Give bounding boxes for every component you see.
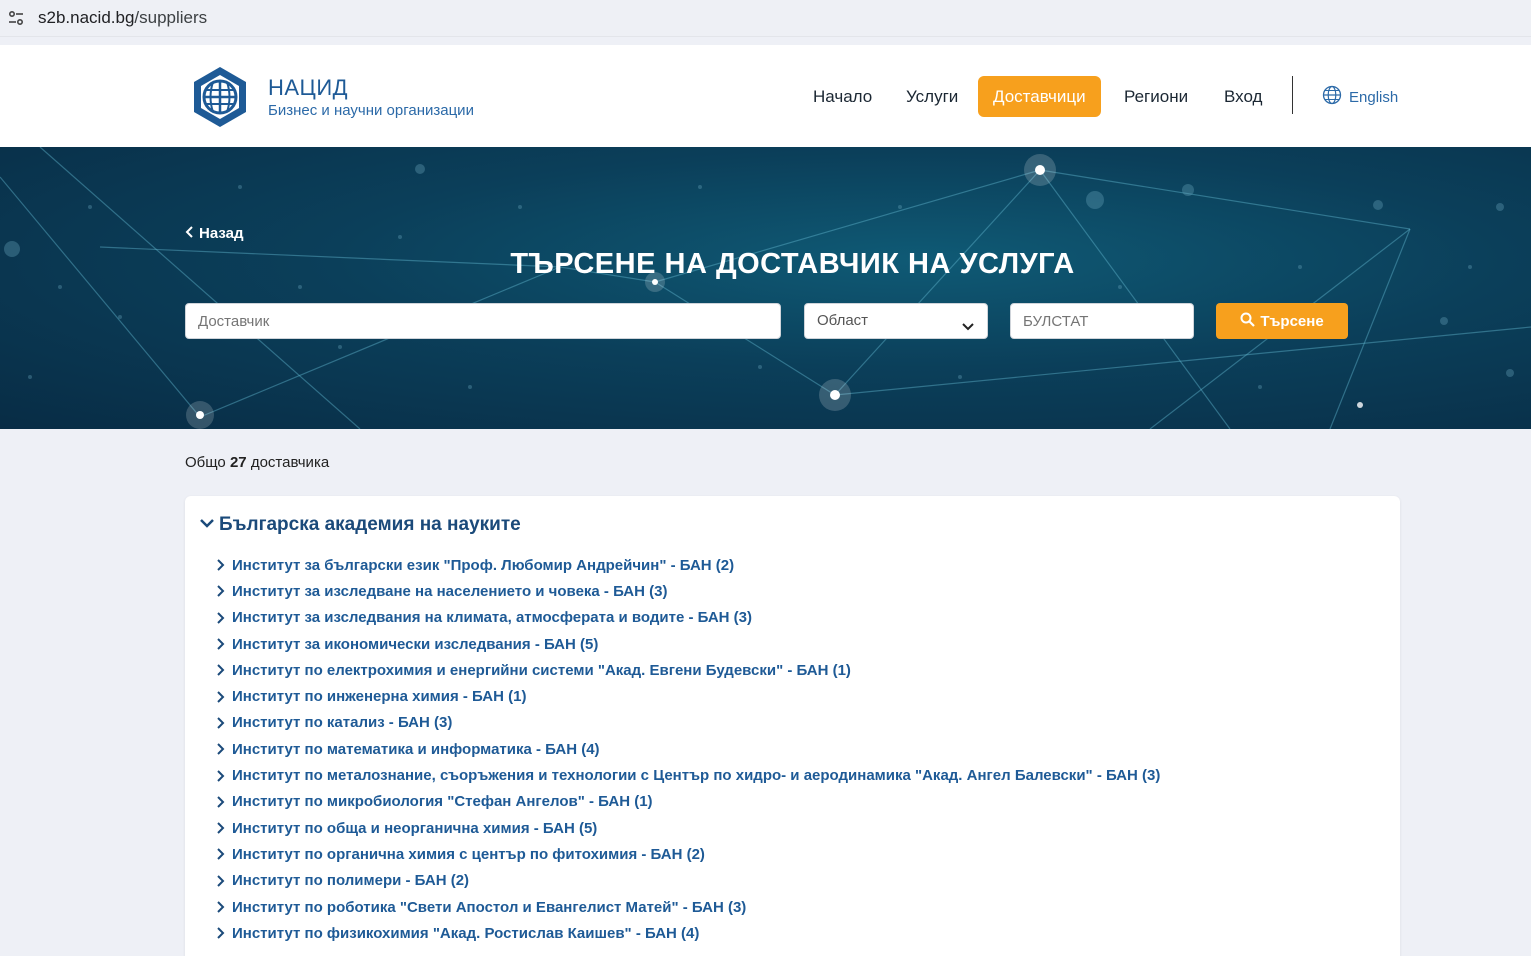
list-item[interactable]: Институт за изследване на населението и … xyxy=(216,578,1160,604)
nav-login[interactable]: Вход xyxy=(1209,76,1277,117)
results-card: Българска академия на науките Институт з… xyxy=(185,496,1400,956)
brand-subtitle: Бизнес и научни организации xyxy=(268,102,474,119)
bulstat-input[interactable] xyxy=(1010,303,1194,339)
group-title: Българска академия на науките xyxy=(219,514,521,535)
list-item-label: Институт по инженерна химия - БАН (1) xyxy=(232,688,527,706)
chevron-right-icon xyxy=(217,690,225,703)
chevron-right-icon xyxy=(217,717,225,729)
list-item-label: Институт по микробиология "Стефан Ангело… xyxy=(232,793,653,811)
chevron-right-icon xyxy=(217,612,225,624)
site-settings-icon[interactable] xyxy=(6,8,26,28)
search-button[interactable]: Търсене xyxy=(1216,303,1348,339)
nacid-logo-icon[interactable] xyxy=(188,65,252,129)
back-label: Назад xyxy=(199,225,244,242)
region-select-value: Област xyxy=(817,312,869,329)
nav-services[interactable]: Услуги xyxy=(891,76,973,117)
supplier-list: Институт за български език "Проф. Любоми… xyxy=(216,552,1160,946)
results-total: Общо 27 доставчика xyxy=(185,454,330,471)
back-link[interactable]: Назад xyxy=(185,225,243,242)
list-item[interactable]: Институт по математика и информатика - Б… xyxy=(216,736,1160,762)
chevron-right-icon xyxy=(217,927,225,940)
list-item[interactable]: Институт по електрохимия и енергийни сис… xyxy=(216,657,1160,683)
list-item-label: Институт по роботика "Свети Апостол и Ев… xyxy=(232,898,747,916)
chevron-right-icon xyxy=(217,796,225,808)
list-item[interactable]: Институт по обща и неорганична химия - Б… xyxy=(216,815,1160,841)
page-title: ТЪРСЕНЕ НА ДОСТАВЧИК НА УСЛУГА xyxy=(510,248,1075,280)
chevron-right-icon xyxy=(217,901,225,913)
list-item-label: Институт по органична химия с център по … xyxy=(232,845,705,863)
chevron-right-icon xyxy=(217,848,225,861)
list-item[interactable]: Институт за изследвания на климата, атмо… xyxy=(216,605,1160,631)
list-item-label: Институт за изследване на населението и … xyxy=(232,582,668,600)
nav-divider xyxy=(1292,76,1293,114)
list-item-label: Институт по металознание, съоръжения и т… xyxy=(232,767,1161,785)
chevron-right-icon xyxy=(217,874,225,887)
chevron-down-icon xyxy=(199,514,215,536)
list-item[interactable]: Институт по органична химия с център по … xyxy=(216,841,1160,867)
search-button-label: Търсене xyxy=(1260,312,1324,330)
globe-icon xyxy=(1322,85,1342,109)
chevron-right-icon xyxy=(217,769,225,782)
language-switch[interactable]: English xyxy=(1322,85,1398,109)
list-item-label: Институт за български език "Проф. Любоми… xyxy=(232,556,735,574)
list-item-label: Институт по електрохимия и енергийни сис… xyxy=(232,661,851,679)
chevron-right-icon xyxy=(217,743,225,755)
chevron-down-icon xyxy=(961,313,975,347)
list-item[interactable]: Институт по роботика "Свети Апостол и Ев… xyxy=(216,894,1160,920)
list-item-label: Институт за изследвания на климата, атмо… xyxy=(232,609,752,627)
list-item-label: Институт по обща и неорганична химия - Б… xyxy=(232,819,598,837)
supplier-input[interactable] xyxy=(185,303,781,339)
region-select[interactable]: Област xyxy=(804,303,988,339)
search-icon xyxy=(1240,312,1256,331)
language-label: English xyxy=(1349,88,1399,106)
list-item[interactable]: Институт за икономически изследвания - Б… xyxy=(216,631,1160,657)
group-toggle[interactable]: Българска академия на науките xyxy=(199,514,521,536)
list-item[interactable]: Институт по физикохимия "Акад. Ростислав… xyxy=(216,920,1160,946)
browser-address-bar: s2b.nacid.bg/suppliers xyxy=(0,0,1531,37)
nav-regions[interactable]: Региони xyxy=(1109,76,1203,117)
brand-title[interactable]: НАЦИД xyxy=(268,75,348,101)
results-count: 27 xyxy=(229,454,247,471)
chevron-right-icon xyxy=(217,559,225,571)
chevron-right-icon xyxy=(217,638,225,650)
chevron-right-icon xyxy=(217,664,225,677)
list-item-label: Институт за икономически изследвания - Б… xyxy=(232,635,599,653)
list-item[interactable]: Институт за български език "Проф. Любоми… xyxy=(216,552,1160,578)
list-item-label: Институт по математика и информатика - Б… xyxy=(232,740,600,758)
list-item[interactable]: Институт по катализ - БАН (3) xyxy=(216,710,1160,736)
list-item[interactable]: Институт по микробиология "Стефан Ангело… xyxy=(216,789,1160,815)
network-background xyxy=(0,147,1531,429)
nav-home[interactable]: Начало xyxy=(798,76,887,117)
url-field[interactable]: s2b.nacid.bg/suppliers xyxy=(38,8,207,28)
list-item[interactable]: Институт по металознание, съоръжения и т… xyxy=(216,762,1160,788)
list-item-label: Институт по физикохимия "Акад. Ростислав… xyxy=(232,924,700,942)
search-hero: Назад ТЪРСЕНЕ НА ДОСТАВЧИК НА УСЛУГА Обл… xyxy=(0,147,1531,429)
list-item[interactable]: Институт по полимери - БАН (2) xyxy=(216,868,1160,894)
list-item[interactable]: Институт по инженерна химия - БАН (1) xyxy=(216,683,1160,709)
chevron-left-icon xyxy=(185,225,195,242)
chevron-right-icon xyxy=(217,822,225,834)
list-item-label: Институт по катализ - БАН (3) xyxy=(232,714,453,732)
list-item-label: Институт по полимери - БАН (2) xyxy=(232,872,470,890)
site-header: НАЦИД Бизнес и научни организации Начало… xyxy=(0,45,1531,147)
nav-suppliers[interactable]: Доставчици xyxy=(978,76,1101,117)
chevron-right-icon xyxy=(217,585,225,598)
